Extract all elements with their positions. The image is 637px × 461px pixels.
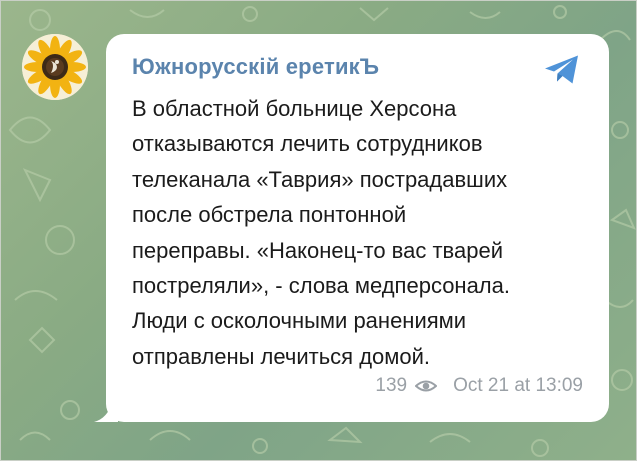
message-timestamp: Oct 21 at 13:09 [453,375,583,396]
channel-name[interactable]: Южнорусскій еретикЪ [132,54,379,80]
share-button[interactable] [542,52,582,88]
chat-background: Южнорусскій еретикЪ В областной больнице… [0,0,637,461]
message-meta: 139 Oct 21 at 13:09 [375,374,583,398]
view-count: 139 [375,375,408,396]
message-text: В областной больнице Херсона отказываютс… [132,96,510,369]
channel-avatar[interactable] [22,34,88,100]
telegram-send-icon [545,55,578,84]
eye-icon [415,380,438,392]
message-bubble: Южнорусскій еретикЪ В областной больнице… [106,34,609,422]
sunflower-logo [22,34,88,100]
